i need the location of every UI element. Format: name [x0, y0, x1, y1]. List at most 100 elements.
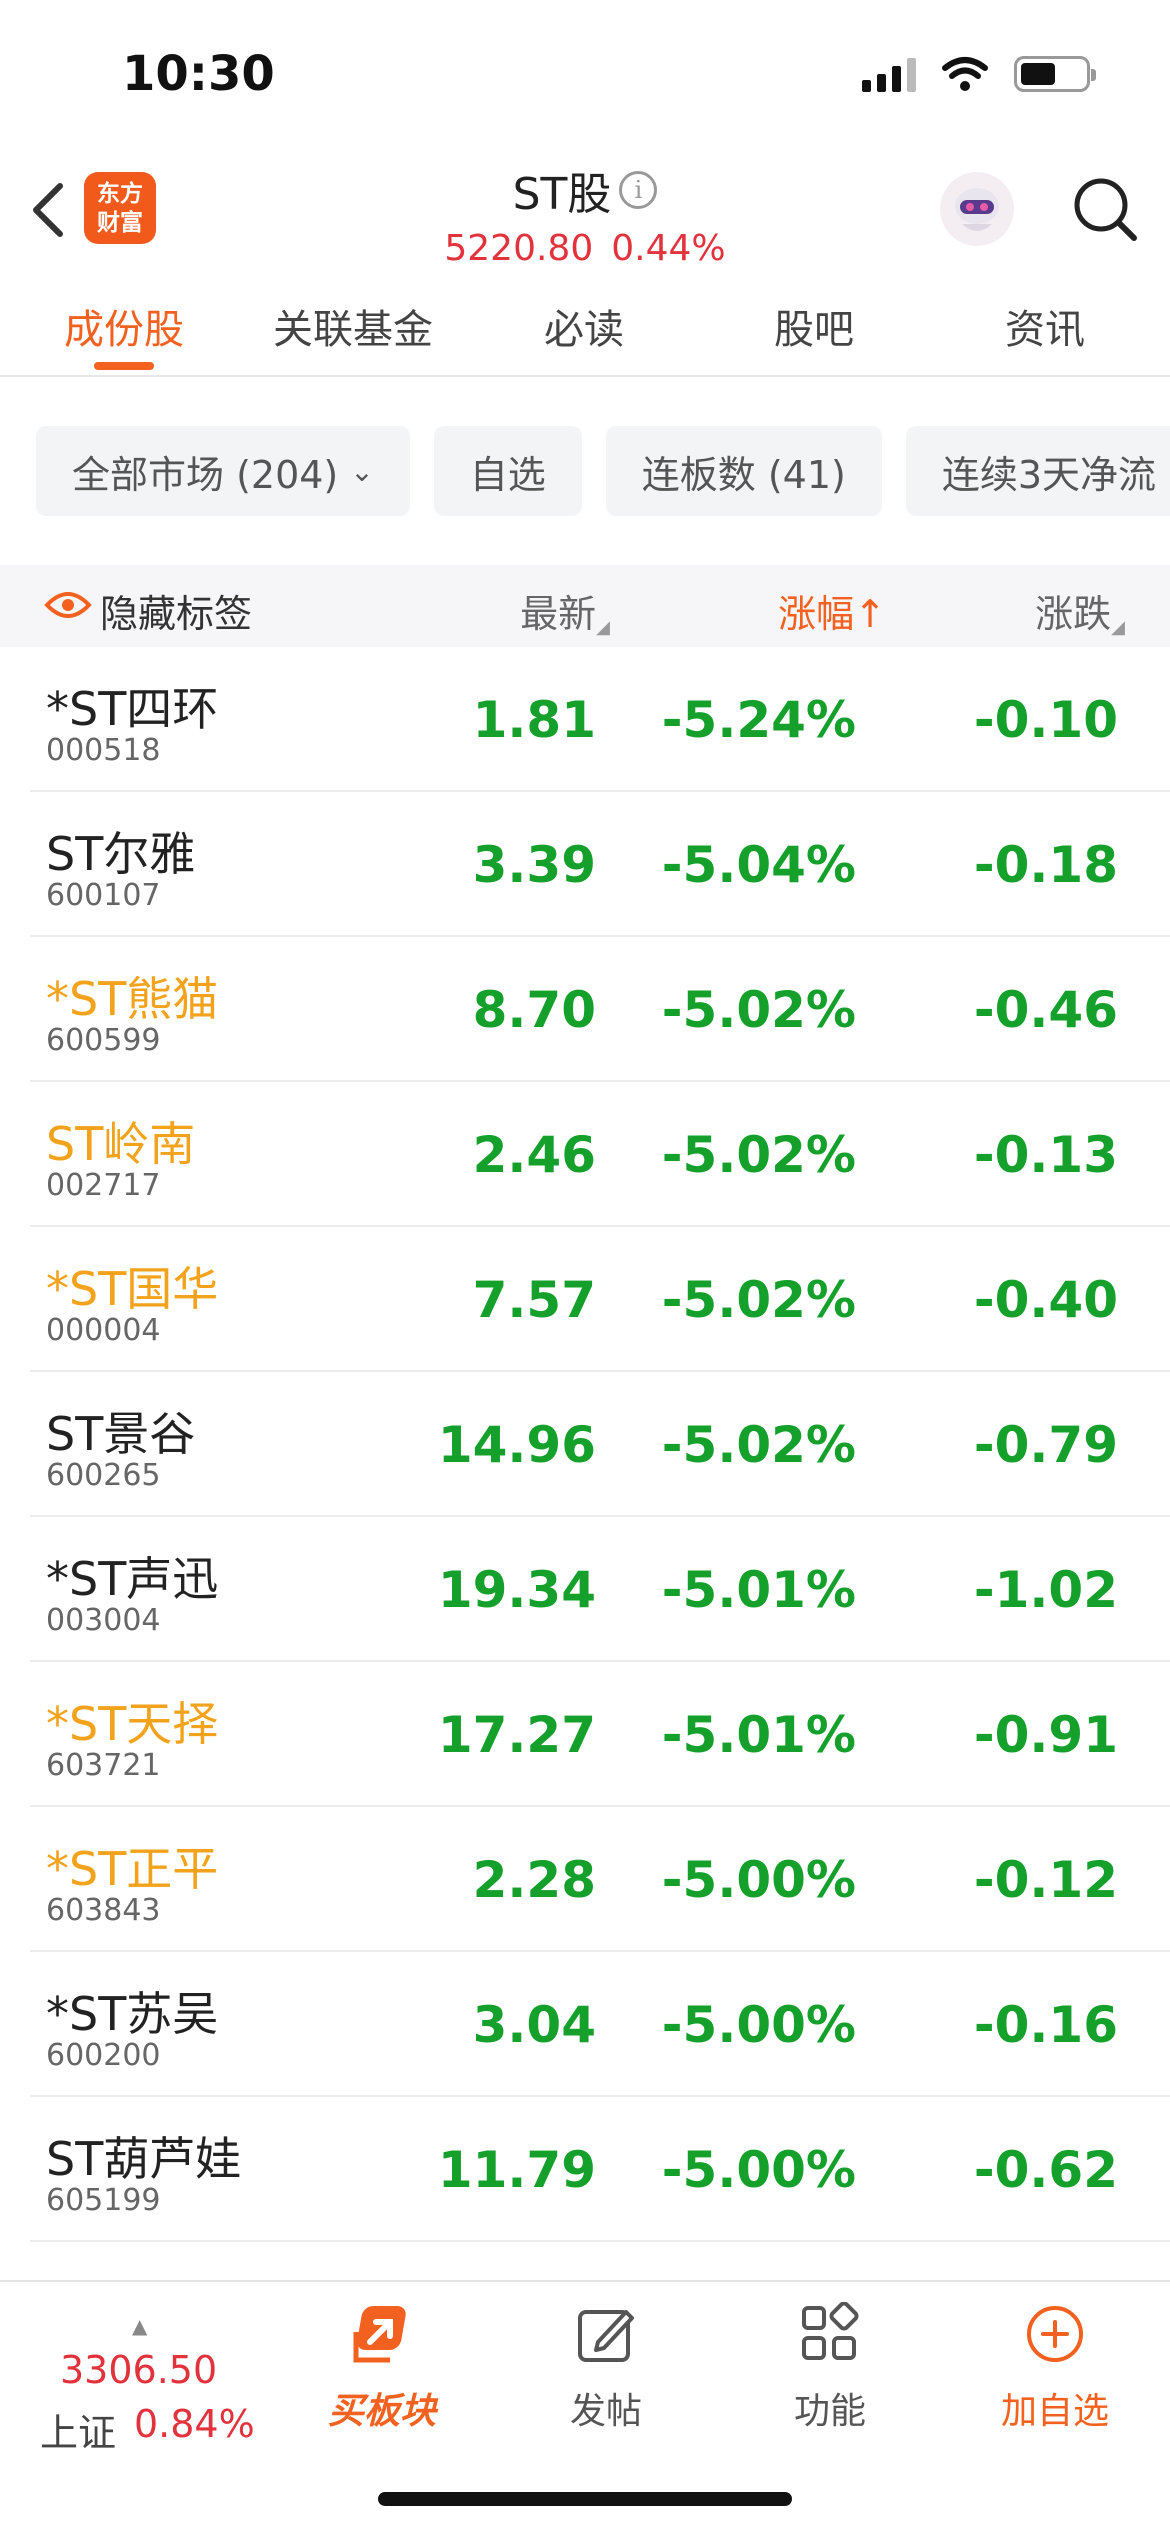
- filter-limit-up-streak-label: 连板数 (41): [641, 452, 846, 497]
- column-change-pct[interactable]: 涨幅↑: [778, 583, 886, 638]
- market-index-value: 3306.50: [60, 2348, 218, 2392]
- status-icons: [862, 56, 1096, 92]
- filter-net-inflow[interactable]: 连续3天净流: [905, 426, 1170, 516]
- sector-index-change: 0.44%: [611, 228, 726, 269]
- hide-tags-toggle[interactable]: 隐藏标签: [100, 583, 252, 638]
- stock-name: ST葫芦娃: [46, 2132, 242, 2186]
- tab-constituents[interactable]: 成份股: [64, 297, 184, 355]
- tab-forum[interactable]: 股吧: [774, 297, 854, 355]
- stock-change: -0.13: [973, 1126, 1118, 1184]
- status-time: 10:30: [122, 46, 275, 102]
- stock-change-pct: -5.00%: [661, 1996, 856, 2054]
- stock-name: ST尔雅: [46, 827, 196, 881]
- stock-change: -0.16: [973, 1996, 1118, 2054]
- stock-row[interactable]: ST尔雅 600107 3.39 -5.04% -0.18: [0, 792, 1170, 937]
- cellular-signal-icon: [862, 56, 916, 92]
- home-indicator[interactable]: [378, 2492, 792, 2506]
- stock-change: -1.02: [973, 1561, 1118, 1619]
- stock-price: 8.70: [472, 981, 596, 1039]
- stock-price: 7.57: [472, 1271, 596, 1329]
- stock-price: 11.79: [437, 2141, 596, 2199]
- header: 东方 财富 ST股 i 5220.80 0.44%: [0, 150, 1170, 275]
- sort-icon: ◢: [1111, 617, 1125, 638]
- stock-price: 3.39: [472, 836, 596, 894]
- stock-row[interactable]: *ST声迅 003004 19.34 -5.01% -1.02: [0, 1517, 1170, 1662]
- stock-row[interactable]: *ST国华 000004 7.57 -5.02% -0.40: [0, 1227, 1170, 1372]
- stock-name: ST岭南: [46, 1117, 196, 1171]
- stock-row[interactable]: *ST天择 603721 17.27 -5.01% -0.91: [0, 1662, 1170, 1807]
- stock-row[interactable]: ST岭南 002717 2.46 -5.02% -0.13: [0, 1082, 1170, 1227]
- stock-price: 2.28: [472, 1851, 596, 1909]
- page-title-row[interactable]: ST股 i: [513, 158, 658, 222]
- stock-row[interactable]: ST景谷 600265 14.96 -5.02% -0.79: [0, 1372, 1170, 1517]
- eye-icon[interactable]: [44, 587, 92, 623]
- page-title: ST股: [512, 169, 612, 220]
- column-latest[interactable]: 最新◢: [520, 583, 610, 638]
- stock-row[interactable]: ST葫芦娃 605199 11.79 -5.00% -0.62: [0, 2097, 1170, 2242]
- stock-code: 600107: [46, 878, 161, 913]
- column-latest-label: 最新: [520, 592, 597, 636]
- status-bar: 10:30: [0, 0, 1170, 150]
- filter-market[interactable]: 全部市场 (204) ⌄: [36, 426, 410, 516]
- stock-change: -0.18: [973, 836, 1118, 894]
- column-change-pct-label: 涨幅: [778, 592, 855, 636]
- stock-change: -0.91: [973, 1706, 1118, 1764]
- buy-sector-icon: [353, 2306, 406, 2363]
- filter-net-inflow-label: 连续3天净流: [941, 452, 1157, 497]
- nav-functions-label: 功能: [793, 2391, 866, 2432]
- stock-name: *ST声迅: [46, 1552, 219, 1606]
- filter-market-label: 全部市场 (204): [72, 452, 339, 497]
- caret-up-icon: ▲: [132, 2314, 148, 2338]
- tab-bar: 成份股 关联基金 必读 股吧 资讯: [0, 277, 1170, 377]
- nav-add-watchlist[interactable]: 加自选: [970, 2302, 1140, 2434]
- column-header: 隐藏标签 最新◢ 涨幅↑ 涨跌◢: [0, 565, 1170, 647]
- stock-change-pct: -5.04%: [661, 836, 856, 894]
- battery-icon: [1014, 56, 1096, 92]
- stock-change-pct: -5.02%: [661, 1416, 856, 1474]
- search-icon[interactable]: [1068, 172, 1142, 246]
- stock-price: 14.96: [437, 1416, 596, 1474]
- stock-name: *ST天择: [46, 1697, 219, 1751]
- stock-code: 600200: [46, 2038, 161, 2073]
- sort-icon: ◢: [596, 617, 610, 638]
- add-circle-icon: [1027, 2306, 1083, 2362]
- stock-price: 17.27: [437, 1706, 596, 1764]
- stock-code: 605199: [46, 2183, 161, 2218]
- stock-row[interactable]: *ST熊猫 600599 8.70 -5.02% -0.46: [0, 937, 1170, 1082]
- stock-name: ST景谷: [46, 1407, 196, 1461]
- stock-code: 002717: [46, 1168, 161, 1203]
- stock-code: 000518: [46, 733, 161, 768]
- nav-functions[interactable]: 功能: [745, 2301, 915, 2434]
- stock-change-pct: -5.01%: [661, 1706, 856, 1764]
- filter-watchlist[interactable]: 自选: [433, 426, 582, 516]
- tab-active-indicator: [94, 362, 154, 370]
- stock-change-pct: -5.00%: [661, 1851, 856, 1909]
- stock-change: -0.40: [973, 1271, 1118, 1329]
- stock-row[interactable]: *ST正平 603843 2.28 -5.00% -0.12: [0, 1807, 1170, 1952]
- column-change-label: 涨跌: [1035, 592, 1112, 636]
- stock-row[interactable]: *ST苏吴 600200 3.04 -5.00% -0.16: [0, 1952, 1170, 2097]
- assistant-robot-icon[interactable]: [940, 172, 1014, 246]
- stock-change-pct: -5.02%: [661, 1126, 856, 1184]
- tab-news[interactable]: 资讯: [1005, 297, 1085, 355]
- tab-related-funds[interactable]: 关联基金: [273, 297, 433, 355]
- stock-name: *ST正平: [46, 1842, 219, 1896]
- filter-limit-up-streak[interactable]: 连板数 (41): [605, 426, 882, 516]
- sector-index-value: 5220.80: [444, 228, 594, 269]
- stock-name: *ST苏吴: [46, 1987, 219, 2041]
- stock-price: 1.81: [472, 691, 596, 749]
- nav-compose[interactable]: 发帖: [521, 2302, 691, 2434]
- stock-list: *ST四环 000518 1.81 -5.24% -0.10 ST尔雅 6001…: [0, 647, 1170, 2280]
- stock-change-pct: -5.02%: [661, 1271, 856, 1329]
- stock-name: *ST四环: [46, 682, 219, 736]
- compose-icon: [578, 2310, 634, 2362]
- chevron-down-icon: ⌄: [350, 454, 374, 488]
- info-icon[interactable]: i: [619, 171, 658, 209]
- column-change[interactable]: 涨跌◢: [1035, 583, 1125, 638]
- sort-up-arrow-icon: ↑: [854, 592, 886, 636]
- tab-must-read[interactable]: 必读: [544, 297, 624, 355]
- nav-buy-sector[interactable]: 买板块: [297, 2302, 467, 2434]
- stock-row[interactable]: *ST四环 000518 1.81 -5.24% -0.10: [0, 647, 1170, 792]
- stock-name: *ST国华: [46, 1262, 219, 1316]
- filter-watchlist-label: 自选: [469, 452, 546, 497]
